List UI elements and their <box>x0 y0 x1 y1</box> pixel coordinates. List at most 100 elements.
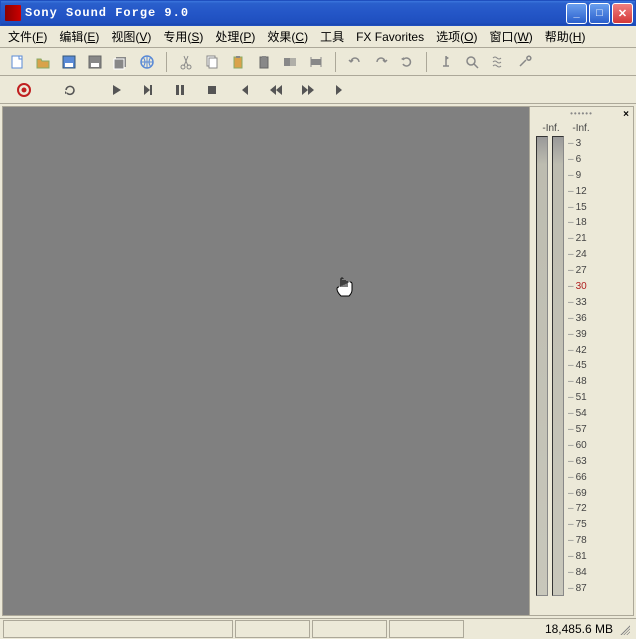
meter-tick: 60 <box>568 440 627 451</box>
resize-grip-icon[interactable] <box>618 623 630 635</box>
minimize-button[interactable]: _ <box>566 3 587 24</box>
workspace[interactable] <box>3 107 529 615</box>
web-icon[interactable] <box>135 50 159 74</box>
meters-panel: •••••• × -Inf. -Inf. 3691215182124273033… <box>529 107 633 615</box>
meter-bar-left <box>536 136 548 596</box>
goto-end-icon[interactable] <box>328 78 352 102</box>
meter-tick: 39 <box>568 329 627 340</box>
menu-item-7[interactable]: FX Favorites <box>350 28 430 46</box>
meter-right-label: -Inf. <box>566 123 596 134</box>
copy-icon[interactable] <box>200 50 224 74</box>
meter-tick: 48 <box>568 376 627 387</box>
status-cell-2 <box>235 620 310 638</box>
window-controls: _ □ ✕ <box>566 3 633 24</box>
script-icon[interactable] <box>486 50 510 74</box>
meter-tick: 78 <box>568 535 627 546</box>
pause-icon[interactable] <box>168 78 192 102</box>
menu-item-3[interactable]: 专用(S) <box>157 26 209 47</box>
meter-left-label: -Inf. <box>536 123 566 134</box>
meter-tick: 51 <box>568 392 627 403</box>
forward-icon[interactable] <box>296 78 320 102</box>
menubar: 文件(F)编辑(E)视图(V)专用(S)处理(P)效果(C)工具FX Favor… <box>0 26 636 48</box>
statusbar: 18,485.6 MB <box>0 618 636 638</box>
trim-icon[interactable] <box>304 50 328 74</box>
meter-tick: 87 <box>568 583 627 594</box>
close-panel-button[interactable]: × <box>623 109 629 120</box>
repeat-icon[interactable] <box>395 50 419 74</box>
record-icon[interactable] <box>12 78 36 102</box>
menu-item-10[interactable]: 帮助(H) <box>539 26 592 47</box>
meter-tick: 18 <box>568 217 627 228</box>
window-title: Sony Sound Forge 9.0 <box>25 6 566 20</box>
meter-tick: 15 <box>568 202 627 213</box>
tools-icon[interactable] <box>512 50 536 74</box>
meter-tick: 24 <box>568 249 627 260</box>
meter-tick: 21 <box>568 233 627 244</box>
save-all-icon[interactable] <box>109 50 133 74</box>
open-icon[interactable] <box>31 50 55 74</box>
paste-icon[interactable] <box>226 50 250 74</box>
menu-item-5[interactable]: 效果(C) <box>261 26 314 47</box>
toolbar-separator <box>426 52 427 72</box>
meter-tick: 45 <box>568 360 627 371</box>
toolbar-main <box>0 48 636 76</box>
meter-tick: 75 <box>568 519 627 530</box>
close-button[interactable]: ✕ <box>612 3 633 24</box>
undo-icon[interactable] <box>343 50 367 74</box>
meter-tick: 72 <box>568 503 627 514</box>
cut-icon[interactable] <box>174 50 198 74</box>
toolbar-transport <box>0 76 636 104</box>
cursor-hand-icon <box>335 277 355 299</box>
rewind-icon[interactable] <box>264 78 288 102</box>
goto-start-icon[interactable] <box>232 78 256 102</box>
meter-ticks: 3691215182124273033363942454851545760636… <box>568 136 627 596</box>
meter-tick: 81 <box>568 551 627 562</box>
maximize-button[interactable]: □ <box>589 3 610 24</box>
zoom-icon[interactable] <box>460 50 484 74</box>
stop-icon[interactable] <box>200 78 224 102</box>
meter-tick: 3 <box>568 138 627 149</box>
meter-tick: 57 <box>568 424 627 435</box>
menu-item-2[interactable]: 视图(V) <box>105 26 157 47</box>
menu-item-4[interactable]: 处理(P) <box>209 26 261 47</box>
menu-item-8[interactable]: 选项(O) <box>430 26 483 47</box>
marker-icon[interactable] <box>434 50 458 74</box>
meter-tick: 27 <box>568 265 627 276</box>
meter-tick: 36 <box>568 313 627 324</box>
toolbar-separator <box>166 52 167 72</box>
menu-item-6[interactable]: 工具 <box>314 26 350 47</box>
titlebar: Sony Sound Forge 9.0 _ □ ✕ <box>0 0 636 26</box>
new-icon[interactable] <box>5 50 29 74</box>
meter-tick: 84 <box>568 567 627 578</box>
meter-tick: 66 <box>568 472 627 483</box>
status-cell-4 <box>389 620 464 638</box>
save-as-icon[interactable] <box>83 50 107 74</box>
menu-item-0[interactable]: 文件(F) <box>2 26 53 47</box>
meter-tick: 69 <box>568 488 627 499</box>
mix-icon[interactable] <box>278 50 302 74</box>
panel-grip-icon[interactable]: •••••• <box>532 109 631 119</box>
refresh-icon[interactable] <box>58 78 82 102</box>
meter-tick: 9 <box>568 170 627 181</box>
play-icon[interactable] <box>104 78 128 102</box>
app-icon <box>5 5 21 21</box>
meter-labels: -Inf. -Inf. <box>532 119 631 136</box>
status-free-space: 18,485.6 MB <box>466 620 633 638</box>
status-cell-1 <box>3 620 233 638</box>
paste-special-icon[interactable] <box>252 50 276 74</box>
meter-bar-right <box>552 136 564 596</box>
play-all-icon[interactable] <box>136 78 160 102</box>
menu-item-1[interactable]: 编辑(E) <box>53 26 105 47</box>
meter-tick: 30 <box>568 281 627 292</box>
meter-tick: 12 <box>568 186 627 197</box>
menu-item-9[interactable]: 窗口(W) <box>483 26 538 47</box>
meter-tick: 6 <box>568 154 627 165</box>
redo-icon[interactable] <box>369 50 393 74</box>
meter-area: 3691215182124273033363942454851545760636… <box>532 136 631 596</box>
meter-tick: 42 <box>568 345 627 356</box>
meter-tick: 63 <box>568 456 627 467</box>
status-cell-3 <box>312 620 387 638</box>
toolbar-separator <box>335 52 336 72</box>
meter-tick: 54 <box>568 408 627 419</box>
save-icon[interactable] <box>57 50 81 74</box>
